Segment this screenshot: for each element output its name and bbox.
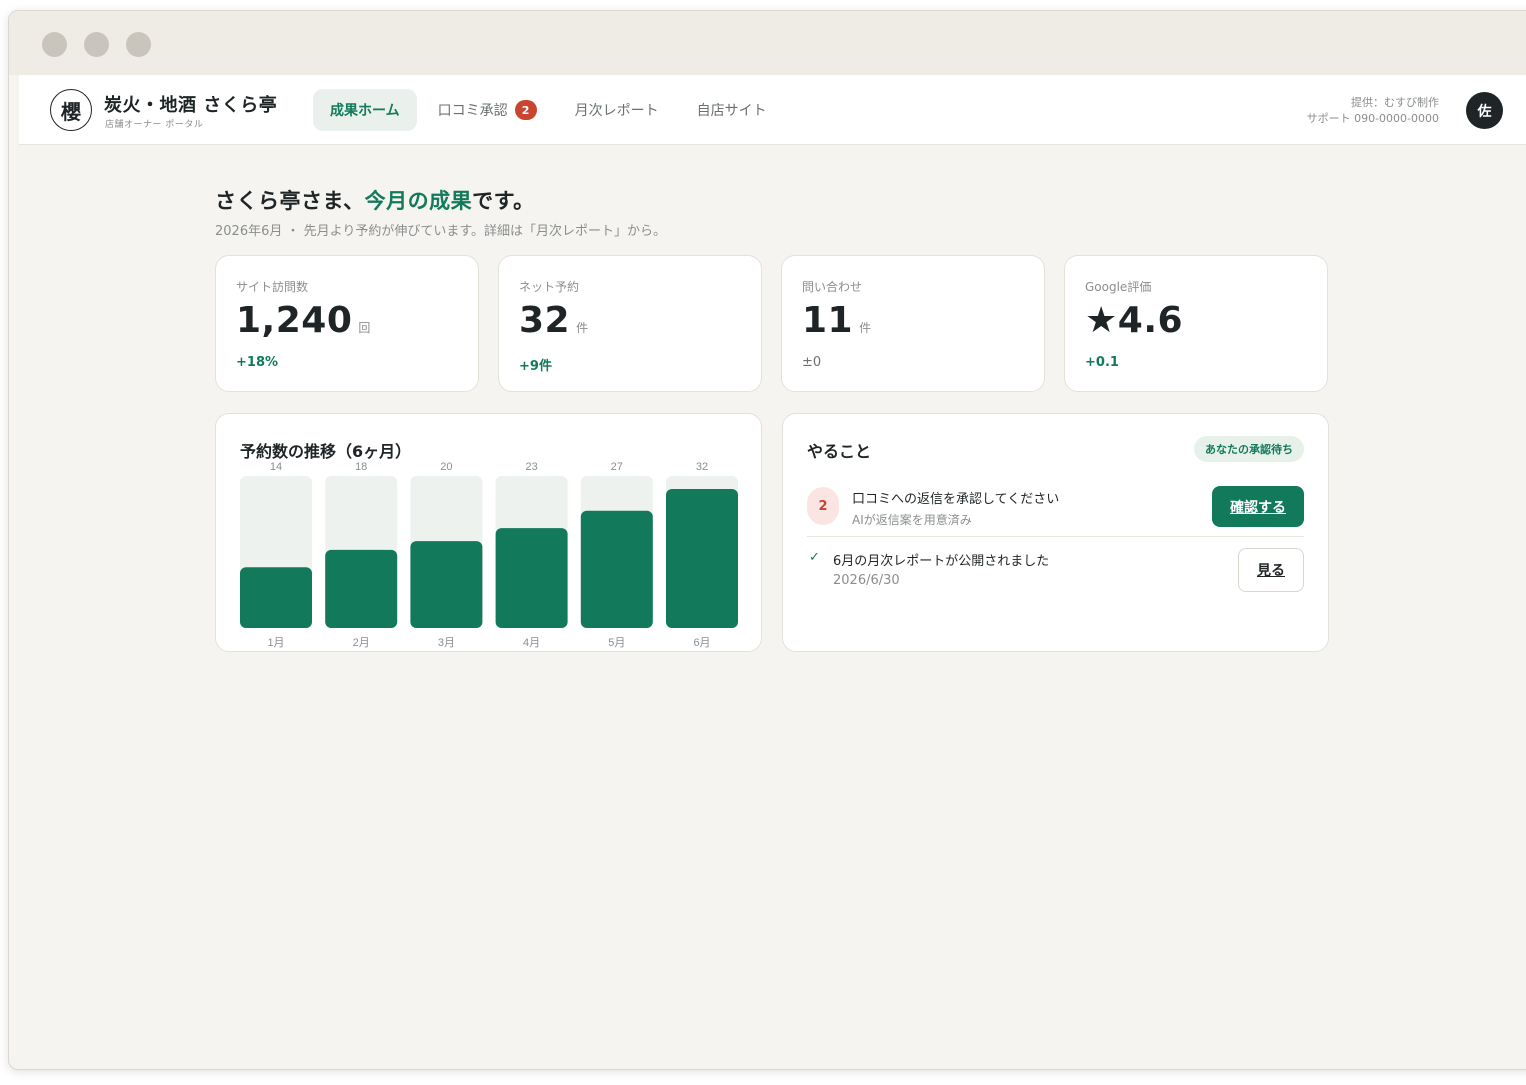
pending-count-badge: 2	[514, 100, 537, 120]
reservations-bar-chart: 14 1月 18 2月 20 3月 23 4月 27 5月 32 6月	[240, 461, 738, 649]
page-title: さくら亭さま、今月の成果です。	[215, 185, 535, 215]
kpi-unit: 件	[576, 321, 589, 335]
bar-value-label: 23	[525, 461, 537, 473]
kpi-delta: +9件	[519, 359, 552, 374]
x-tick-label: 1月	[267, 637, 284, 649]
user-avatar[interactable]: 佐	[1466, 92, 1503, 129]
brand-logo[interactable]: 櫻	[50, 89, 92, 131]
page-subtitle: 2026年6月 ・ 先月より予約が伸びています。詳細は「月次レポート」から。	[215, 224, 667, 239]
kpi-unit: 件	[859, 321, 872, 335]
kpi-card-net-reservations: ネット予約 32 件 +9件	[498, 255, 762, 392]
kpi-value: 11 件	[802, 300, 872, 341]
todo-item-subtext: AIが返信案を用意済み	[852, 513, 972, 527]
todo-item-date: 2026/6/30	[833, 573, 900, 588]
todo-card: やること あなたの承認待ち 2 口コミへの返信を承認してください AIが返信案を…	[782, 413, 1329, 652]
nav-tab-review-approval[interactable]: 口コミ承認 2	[421, 89, 554, 131]
kpi-delta: +18%	[236, 355, 279, 370]
kpi-card-inquiries: 問い合わせ 11 件 ±0	[781, 255, 1045, 392]
bar-value-label: 18	[355, 461, 367, 473]
window-minimize-dot[interactable]	[84, 32, 109, 57]
nav-tab-label: 月次レポート	[574, 103, 659, 119]
check-icon: ✓	[809, 550, 820, 565]
kpi-label: サイト訪問数	[236, 280, 309, 294]
brand-name: 炭火・地酒 さくら亭	[104, 95, 278, 116]
todo-item-text: 口コミへの返信を承認してください	[852, 492, 1060, 507]
bar-5月	[580, 510, 653, 628]
kpi-value: 1,240 回	[236, 300, 371, 341]
view-button[interactable]: 見る	[1238, 548, 1304, 592]
todo-item-text: 6月の月次レポートが公開されました	[833, 554, 1050, 569]
kpi-card-google-rating: Google評価 ★4.6 +0.1	[1064, 255, 1328, 392]
nav-tab-monthly-report[interactable]: 月次レポート	[558, 89, 676, 131]
kpi-unit: 回	[358, 321, 371, 335]
provider-info: 提供：むすび制作 サポート 090-0000-0000	[1307, 95, 1439, 127]
kpi-number: 11	[802, 300, 854, 341]
nav-tab-label: 自店サイト	[696, 103, 767, 119]
kpi-value: ★4.6	[1085, 300, 1189, 341]
kpi-label: ネット予約	[519, 280, 580, 294]
bar-3月	[410, 541, 483, 628]
kpi-number: ★4.6	[1085, 300, 1184, 341]
kpi-label: 問い合わせ	[802, 280, 863, 294]
todo-title: やること	[807, 442, 872, 461]
window-close-dot[interactable]	[42, 32, 67, 57]
brand-subtitle: 店舗オーナー ポータル	[105, 120, 204, 130]
reservations-chart-card: 予約数の推移（6ヶ月） 14 1月 18 2月 20 3月 23 4月 27 5月 32 6月	[215, 413, 762, 652]
todo-count-badge: 2	[807, 487, 839, 525]
bar-value-label: 20	[440, 461, 452, 473]
title-suffix: です。	[472, 189, 535, 213]
browser-window: 櫻 炭火・地酒 さくら亭 店舗オーナー ポータル 成果ホーム 口コミ承認 2 月…	[8, 10, 1526, 1070]
x-tick-label: 3月	[438, 637, 455, 649]
title-accent: 今月の成果	[364, 189, 473, 213]
nav-tab-own-site[interactable]: 自店サイト	[680, 89, 784, 131]
kpi-card-site-visits: サイト訪問数 1,240 回 +18%	[215, 255, 479, 392]
bar-value-label: 32	[696, 461, 708, 473]
portal-app: 櫻 炭火・地酒 さくら亭 店舗オーナー ポータル 成果ホーム 口コミ承認 2 月…	[19, 75, 1526, 1056]
kpi-label: Google評価	[1085, 280, 1152, 294]
top-header: 櫻 炭火・地酒 さくら亭 店舗オーナー ポータル 成果ホーム 口コミ承認 2 月…	[19, 75, 1526, 145]
bar-value-label: 14	[270, 461, 282, 473]
kpi-delta: ±0	[802, 355, 822, 370]
x-tick-label: 4月	[523, 637, 540, 649]
nav-tab-label: 口コミ承認	[437, 103, 508, 119]
todo-divider	[807, 536, 1304, 537]
kpi-number: 32	[519, 300, 571, 341]
bar-2月	[325, 549, 398, 628]
title-prefix: さくら亭さま、	[215, 189, 365, 213]
kpi-delta: +0.1	[1085, 355, 1119, 370]
awaiting-approval-pill: あなたの承認待ち	[1194, 436, 1304, 462]
main-nav: 成果ホーム 口コミ承認 2 月次レポート 自店サイト	[313, 89, 788, 131]
kpi-number: 1,240	[236, 300, 353, 341]
x-tick-label: 2月	[353, 637, 370, 649]
support-phone: サポート 090-0000-0000	[1306, 112, 1439, 125]
x-tick-label: 5月	[608, 637, 625, 649]
bar-4月	[495, 528, 568, 628]
bar-1月	[240, 567, 312, 628]
confirm-button[interactable]: 確認する	[1212, 486, 1304, 527]
nav-tab-home[interactable]: 成果ホーム	[313, 89, 417, 131]
bar-value-label: 27	[611, 461, 623, 473]
window-titlebar	[9, 11, 1526, 75]
x-tick-label: 6月	[693, 637, 710, 649]
nav-tab-label: 成果ホーム	[330, 103, 400, 119]
provider-label: 提供：むすび制作	[1351, 96, 1439, 109]
kpi-value: 32 件	[519, 300, 589, 341]
bar-6月	[666, 489, 738, 628]
window-zoom-dot[interactable]	[126, 32, 151, 57]
